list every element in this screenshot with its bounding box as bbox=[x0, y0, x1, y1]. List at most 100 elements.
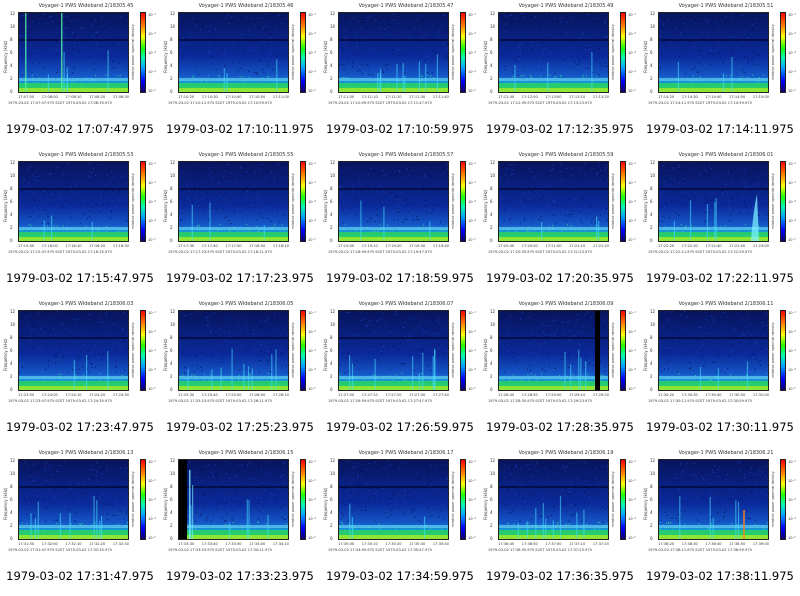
colorbar-tick-label: 10⁻⁴ bbox=[148, 70, 156, 74]
spectrogram-thumbnail[interactable]: Voyager-1 PWS Wideband 2/18306.09 Freque… bbox=[480, 298, 640, 447]
thumbnail-caption[interactable]: 1979-03-02 17:17:23.975 bbox=[160, 271, 320, 285]
spectrogram-thumbnail[interactable]: Voyager-1 PWS Wideband 2/18305.59 Freque… bbox=[480, 149, 640, 298]
y-tick-label: 0 bbox=[10, 387, 13, 392]
thumbnail-title: Voyager-1 PWS Wideband 2/18306.17 bbox=[358, 450, 454, 456]
spectrogram-thumbnail[interactable]: Voyager-1 PWS Wideband 2/18305.45 Freque… bbox=[0, 0, 160, 149]
thumbnail-caption[interactable]: 1979-03-02 17:14:11.975 bbox=[640, 122, 800, 136]
spectrogram-thumbnail[interactable]: Voyager-1 PWS Wideband 2/18305.51 Freque… bbox=[640, 0, 800, 149]
spectrogram-image[interactable] bbox=[338, 459, 449, 540]
colorbar-tick-label: 10⁻⁵ bbox=[628, 536, 636, 540]
colorbar-tick-label: 10⁻¹ bbox=[788, 162, 796, 166]
y-tick-label: 8 bbox=[650, 186, 653, 191]
thumbnail-caption[interactable]: 1979-03-02 17:36:35.975 bbox=[480, 569, 640, 583]
spectrogram-thumbnail[interactable]: Voyager-1 PWS Wideband 2/18306.19 Freque… bbox=[480, 447, 640, 596]
spectrogram-thumbnail[interactable]: Voyager-1 PWS Wideband 2/18305.55 Freque… bbox=[160, 149, 320, 298]
thumbnail-caption[interactable]: 1979-03-02 17:23:47.975 bbox=[0, 420, 160, 434]
x-tick-label: 17:30:50 bbox=[729, 393, 746, 397]
thumbnail-caption[interactable]: 1979-03-02 17:10:59.975 bbox=[320, 122, 480, 136]
spectrogram-image[interactable] bbox=[18, 310, 129, 391]
colorbar-tick-label: 10⁻⁴ bbox=[468, 70, 476, 74]
spectrogram-thumbnail[interactable]: Voyager-1 PWS Wideband 2/18306.01 Freque… bbox=[640, 149, 800, 298]
x-tick-label: 17:30:40 bbox=[705, 393, 722, 397]
spectrogram-image[interactable] bbox=[498, 161, 609, 242]
spectrogram-thumbnail[interactable]: Voyager-1 PWS Wideband 2/18306.17 Freque… bbox=[320, 447, 480, 596]
x-tick-label: 17:13:20 bbox=[592, 95, 609, 99]
colorbar-tick-label: 10⁻² bbox=[148, 32, 156, 36]
thumbnail-caption[interactable]: 1979-03-02 17:10:11.975 bbox=[160, 122, 320, 136]
spectrogram-image[interactable] bbox=[178, 161, 289, 242]
colorbar-tick-label: 10⁻¹ bbox=[628, 460, 636, 464]
spectrogram-thumbnail[interactable]: Voyager-1 PWS Wideband 2/18305.53 Freque… bbox=[0, 149, 160, 298]
spectrogram-image[interactable] bbox=[338, 161, 449, 242]
x-tick-label: 17:35:30 bbox=[409, 542, 426, 546]
spectrogram-image[interactable] bbox=[498, 12, 609, 93]
spectrogram-image[interactable] bbox=[178, 12, 289, 93]
thumbnail-caption[interactable]: 1979-03-02 17:33:23.975 bbox=[160, 569, 320, 583]
spectrogram-thumbnail[interactable]: Voyager-1 PWS Wideband 2/18305.46 Freque… bbox=[160, 0, 320, 149]
thumbnail-caption[interactable]: 1979-03-02 17:31:47.975 bbox=[0, 569, 160, 583]
spectrogram-thumbnail[interactable]: Voyager-1 PWS Wideband 2/18306.11 Freque… bbox=[640, 298, 800, 447]
spectrogram-thumbnail[interactable]: Voyager-1 PWS Wideband 2/18305.57 Freque… bbox=[320, 149, 480, 298]
thumbnail-caption[interactable]: 1979-03-02 17:34:59.975 bbox=[320, 569, 480, 583]
x-tick-label: 17:16:00 bbox=[41, 244, 58, 248]
thumbnail-caption[interactable]: 1979-03-02 17:20:35.975 bbox=[480, 271, 640, 285]
spectrogram-thumbnail[interactable]: Voyager-1 PWS Wideband 2/18305.47 Freque… bbox=[320, 0, 480, 149]
x-tick-label: 17:17:40 bbox=[201, 244, 218, 248]
spectrogram-image[interactable] bbox=[658, 12, 769, 93]
spectrogram-image[interactable] bbox=[178, 310, 289, 391]
thumbnail-title: Voyager-1 PWS Wideband 2/18305.47 bbox=[358, 3, 454, 9]
thumbnail-caption[interactable]: 1979-03-02 17:28:35.975 bbox=[480, 420, 640, 434]
y-tick-label: 2 bbox=[330, 225, 333, 230]
x-tick-label: 17:32:20 bbox=[89, 542, 106, 546]
spectrogram-image[interactable] bbox=[498, 310, 609, 391]
colorbar-tick-label: 10⁻⁵ bbox=[308, 89, 316, 93]
x-tick-label: 17:08:00 bbox=[41, 95, 58, 99]
y-tick-label: 12 bbox=[650, 458, 656, 463]
spectrogram-image[interactable] bbox=[498, 459, 609, 540]
spectrogram-thumbnail[interactable]: Voyager-1 PWS Wideband 2/18306.13 Freque… bbox=[0, 447, 160, 596]
x-tick-label: 17:18:10 bbox=[272, 244, 289, 248]
colorbar-label: relative power spectral density bbox=[131, 471, 135, 527]
colorbar-tick-label: 10⁻¹ bbox=[148, 460, 156, 464]
spectrogram-image[interactable] bbox=[658, 161, 769, 242]
colorbar-tick-label: 10⁻⁵ bbox=[308, 536, 316, 540]
y-tick-label: 4 bbox=[10, 361, 13, 366]
colorbar-label: relative power spectral density bbox=[771, 24, 775, 80]
spectrogram-image[interactable] bbox=[18, 161, 129, 242]
colorbar-tick-label: 10⁻¹ bbox=[788, 460, 796, 464]
spectrogram-thumbnail[interactable]: Voyager-1 PWS Wideband 2/18305.49 Freque… bbox=[480, 0, 640, 149]
spectrogram-image[interactable] bbox=[658, 310, 769, 391]
colorbar-label: relative power spectral density bbox=[451, 173, 455, 229]
thumbnail-caption[interactable]: 1979-03-02 17:12:35.975 bbox=[480, 122, 640, 136]
spectrogram-image[interactable] bbox=[658, 459, 769, 540]
y-tick-label: 0 bbox=[330, 89, 333, 94]
colorbar-tick-label: 10⁻⁵ bbox=[468, 387, 476, 391]
thumbnail-caption[interactable]: 1979-03-02 17:22:11.975 bbox=[640, 271, 800, 285]
thumbnail-caption[interactable]: 1979-03-02 17:15:47.975 bbox=[0, 271, 160, 285]
time-range-label: 1979-03-02 17:26:59.975 SCET 1979-03-02 … bbox=[328, 399, 432, 403]
x-tick-label: 17:30:20 bbox=[658, 393, 675, 397]
colorbar-tick-label: 10⁻² bbox=[148, 181, 156, 185]
spectrogram-image[interactable] bbox=[18, 12, 129, 93]
spectrogram-thumbnail[interactable]: Voyager-1 PWS Wideband 2/18306.05 Freque… bbox=[160, 298, 320, 447]
spectrogram-thumbnail[interactable]: Voyager-1 PWS Wideband 2/18306.21 Freque… bbox=[640, 447, 800, 596]
thumbnail-caption[interactable]: 1979-03-02 17:38:11.975 bbox=[640, 569, 800, 583]
thumbnail-caption[interactable]: 1979-03-02 17:18:59.975 bbox=[320, 271, 480, 285]
colorbar bbox=[780, 459, 786, 540]
thumbnail-caption[interactable]: 1979-03-02 17:07:47.975 bbox=[0, 122, 160, 136]
thumbnail-caption[interactable]: 1979-03-02 17:25:23.975 bbox=[160, 420, 320, 434]
colorbar-tick-label: 10⁻⁵ bbox=[628, 238, 636, 242]
y-tick-label: 8 bbox=[170, 37, 173, 42]
y-tick-label: 2 bbox=[650, 76, 653, 81]
x-tick-label: 17:27:10 bbox=[361, 393, 378, 397]
spectrogram-image[interactable] bbox=[178, 459, 289, 540]
thumbnail-caption[interactable]: 1979-03-02 17:30:11.975 bbox=[640, 420, 800, 434]
thumbnail-caption[interactable]: 1979-03-02 17:26:59.975 bbox=[320, 420, 480, 434]
y-tick-label: 10 bbox=[330, 471, 336, 476]
spectrogram-thumbnail[interactable]: Voyager-1 PWS Wideband 2/18306.15 Freque… bbox=[160, 447, 320, 596]
spectrogram-image[interactable] bbox=[338, 12, 449, 93]
spectrogram-thumbnail[interactable]: Voyager-1 PWS Wideband 2/18306.03 Freque… bbox=[0, 298, 160, 447]
spectrogram-image[interactable] bbox=[18, 459, 129, 540]
spectrogram-thumbnail[interactable]: Voyager-1 PWS Wideband 2/18306.07 Freque… bbox=[320, 298, 480, 447]
spectrogram-image[interactable] bbox=[338, 310, 449, 391]
